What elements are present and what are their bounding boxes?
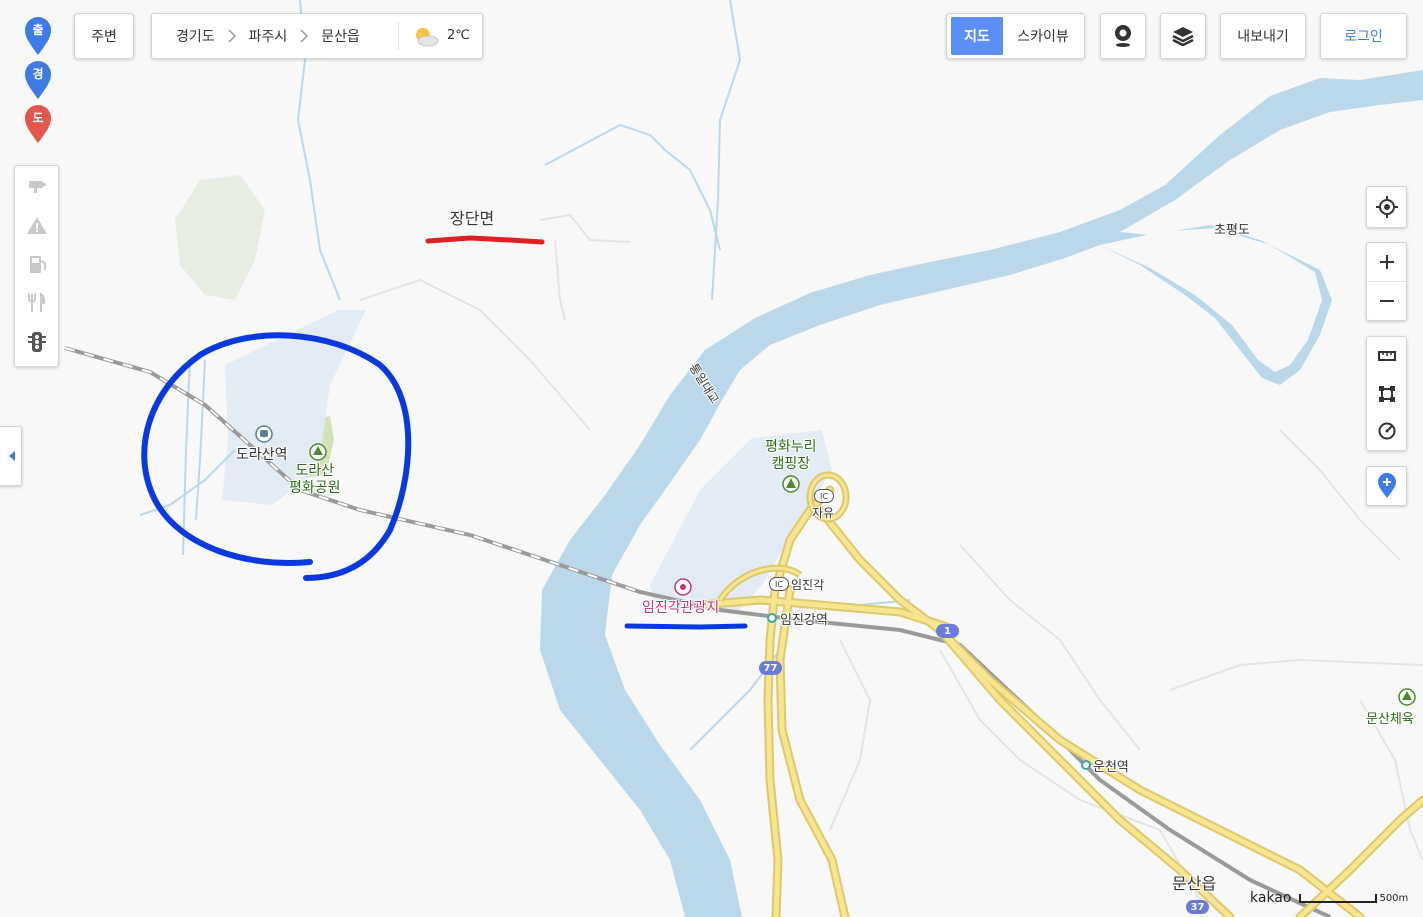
add-place-button[interactable] <box>1366 466 1407 506</box>
label-ic-imjingak: 임진각 <box>791 578 825 592</box>
annotation-blue-underline <box>624 623 748 630</box>
destination-pin-label: 도 <box>32 111 44 125</box>
weather-temperature: 2℃ <box>447 28 470 43</box>
waypoint-pin-icon[interactable]: 경 <box>23 60 53 100</box>
waypoint-pin-label: 경 <box>32 67 44 81</box>
scale-bar: kakao 500m <box>1250 888 1408 908</box>
radius-button[interactable] <box>1367 412 1406 450</box>
cctv-icon[interactable] <box>15 166 58 205</box>
breadcrumb-town[interactable]: 문산읍 <box>321 26 360 46</box>
scale-line <box>1299 894 1378 903</box>
label-dorasan-station: 도라산역 <box>236 447 288 463</box>
ruler-icon <box>1377 350 1396 361</box>
zoom-controls <box>1366 242 1407 321</box>
breadcrumb-province[interactable]: 경기도 <box>176 26 215 46</box>
zoom-out-button[interactable] <box>1367 282 1406 320</box>
label-dorasan-park-line2: 평화공원 <box>289 480 341 496</box>
ic-badge-imjingak: IC <box>769 577 789 591</box>
restaurant-icon[interactable] <box>15 283 58 322</box>
label-dorasan-park: 도라산 평화공원 <box>289 463 341 497</box>
label-uncheon-station: 운천역 <box>1093 760 1129 775</box>
label-dorasan-park-line1: 도라산 <box>295 463 335 479</box>
zoom-out-icon <box>1379 300 1394 302</box>
destination-pin-icon[interactable]: 도 <box>23 104 53 144</box>
chevron-right-icon <box>228 29 236 43</box>
radius-icon <box>1378 422 1395 440</box>
accident-icon[interactable] <box>15 205 58 244</box>
add-place-icon <box>1377 473 1396 498</box>
breadcrumb-city[interactable]: 파주시 <box>249 26 288 46</box>
label-imjingak-tourist: 임진각관광지 <box>642 600 720 616</box>
imjingang-station-marker <box>767 613 777 623</box>
route-shield-77: 77 <box>759 661 782 675</box>
current-location-icon <box>1375 196 1398 218</box>
label-campsite-line2: 캠핑장 <box>771 456 811 472</box>
roadview-icon <box>1115 25 1131 47</box>
route-shield-37: 37 <box>1186 900 1209 914</box>
divider <box>398 22 399 50</box>
scale-distance: 500m <box>1379 892 1409 904</box>
label-munsan: 문산읍 <box>1172 874 1217 893</box>
chevron-right-icon <box>300 29 309 43</box>
login-button[interactable]: 로그인 <box>1320 13 1407 59</box>
traffic-light-icon[interactable] <box>15 322 58 361</box>
map-type-map-button[interactable]: 지도 <box>951 17 1003 55</box>
label-campsite: 평화누리 캠핑장 <box>765 439 817 473</box>
measure-tools <box>1366 336 1407 451</box>
left-toolbar <box>14 165 59 367</box>
map-canvas[interactable] <box>0 0 1423 917</box>
chevron-left-icon <box>9 451 15 461</box>
current-location-button[interactable] <box>1366 186 1407 228</box>
ic-badge-jayu: IC <box>814 489 834 503</box>
zoom-in-button[interactable] <box>1367 243 1406 282</box>
area-button[interactable] <box>1367 375 1406 413</box>
ruler-button[interactable] <box>1367 337 1406 375</box>
location-breadcrumb-bar: 경기도 파주시 문산읍 2℃ <box>151 13 483 59</box>
collapse-panel-button[interactable] <box>0 426 22 486</box>
nearby-button[interactable]: 주변 <box>74 13 134 59</box>
route-shield-1: 1 <box>936 624 959 638</box>
label-campsite-line1: 평화누리 <box>765 439 817 455</box>
label-munsan-gym: 문산체육 <box>1366 712 1414 727</box>
start-pin-label: 출 <box>32 23 44 37</box>
label-ic-jayu: 자유 <box>812 506 835 520</box>
layers-button[interactable] <box>1160 13 1206 59</box>
area-icon <box>1378 385 1395 402</box>
start-pin-icon[interactable]: 출 <box>23 16 53 56</box>
partly-cloudy-icon <box>416 28 439 47</box>
map-type-skyview-button[interactable]: 스카이뷰 <box>1003 17 1083 55</box>
roadview-button[interactable] <box>1100 13 1146 59</box>
label-chopyeong: 초평도 <box>1214 223 1250 238</box>
label-jangdan: 장단면 <box>450 209 495 228</box>
zoom-in-icon <box>1379 255 1394 269</box>
route-pins: 출 경 도 <box>20 16 56 148</box>
uncheon-station-marker <box>1081 760 1091 770</box>
label-imjingang-station: 임진강역 <box>780 613 828 628</box>
export-button[interactable]: 내보내기 <box>1220 13 1306 59</box>
kakao-logo: kakao <box>1250 890 1292 906</box>
map-type-toggle: 지도 스카이뷰 <box>946 13 1085 59</box>
gas-station-icon[interactable] <box>15 244 58 283</box>
layers-icon <box>1172 27 1194 47</box>
